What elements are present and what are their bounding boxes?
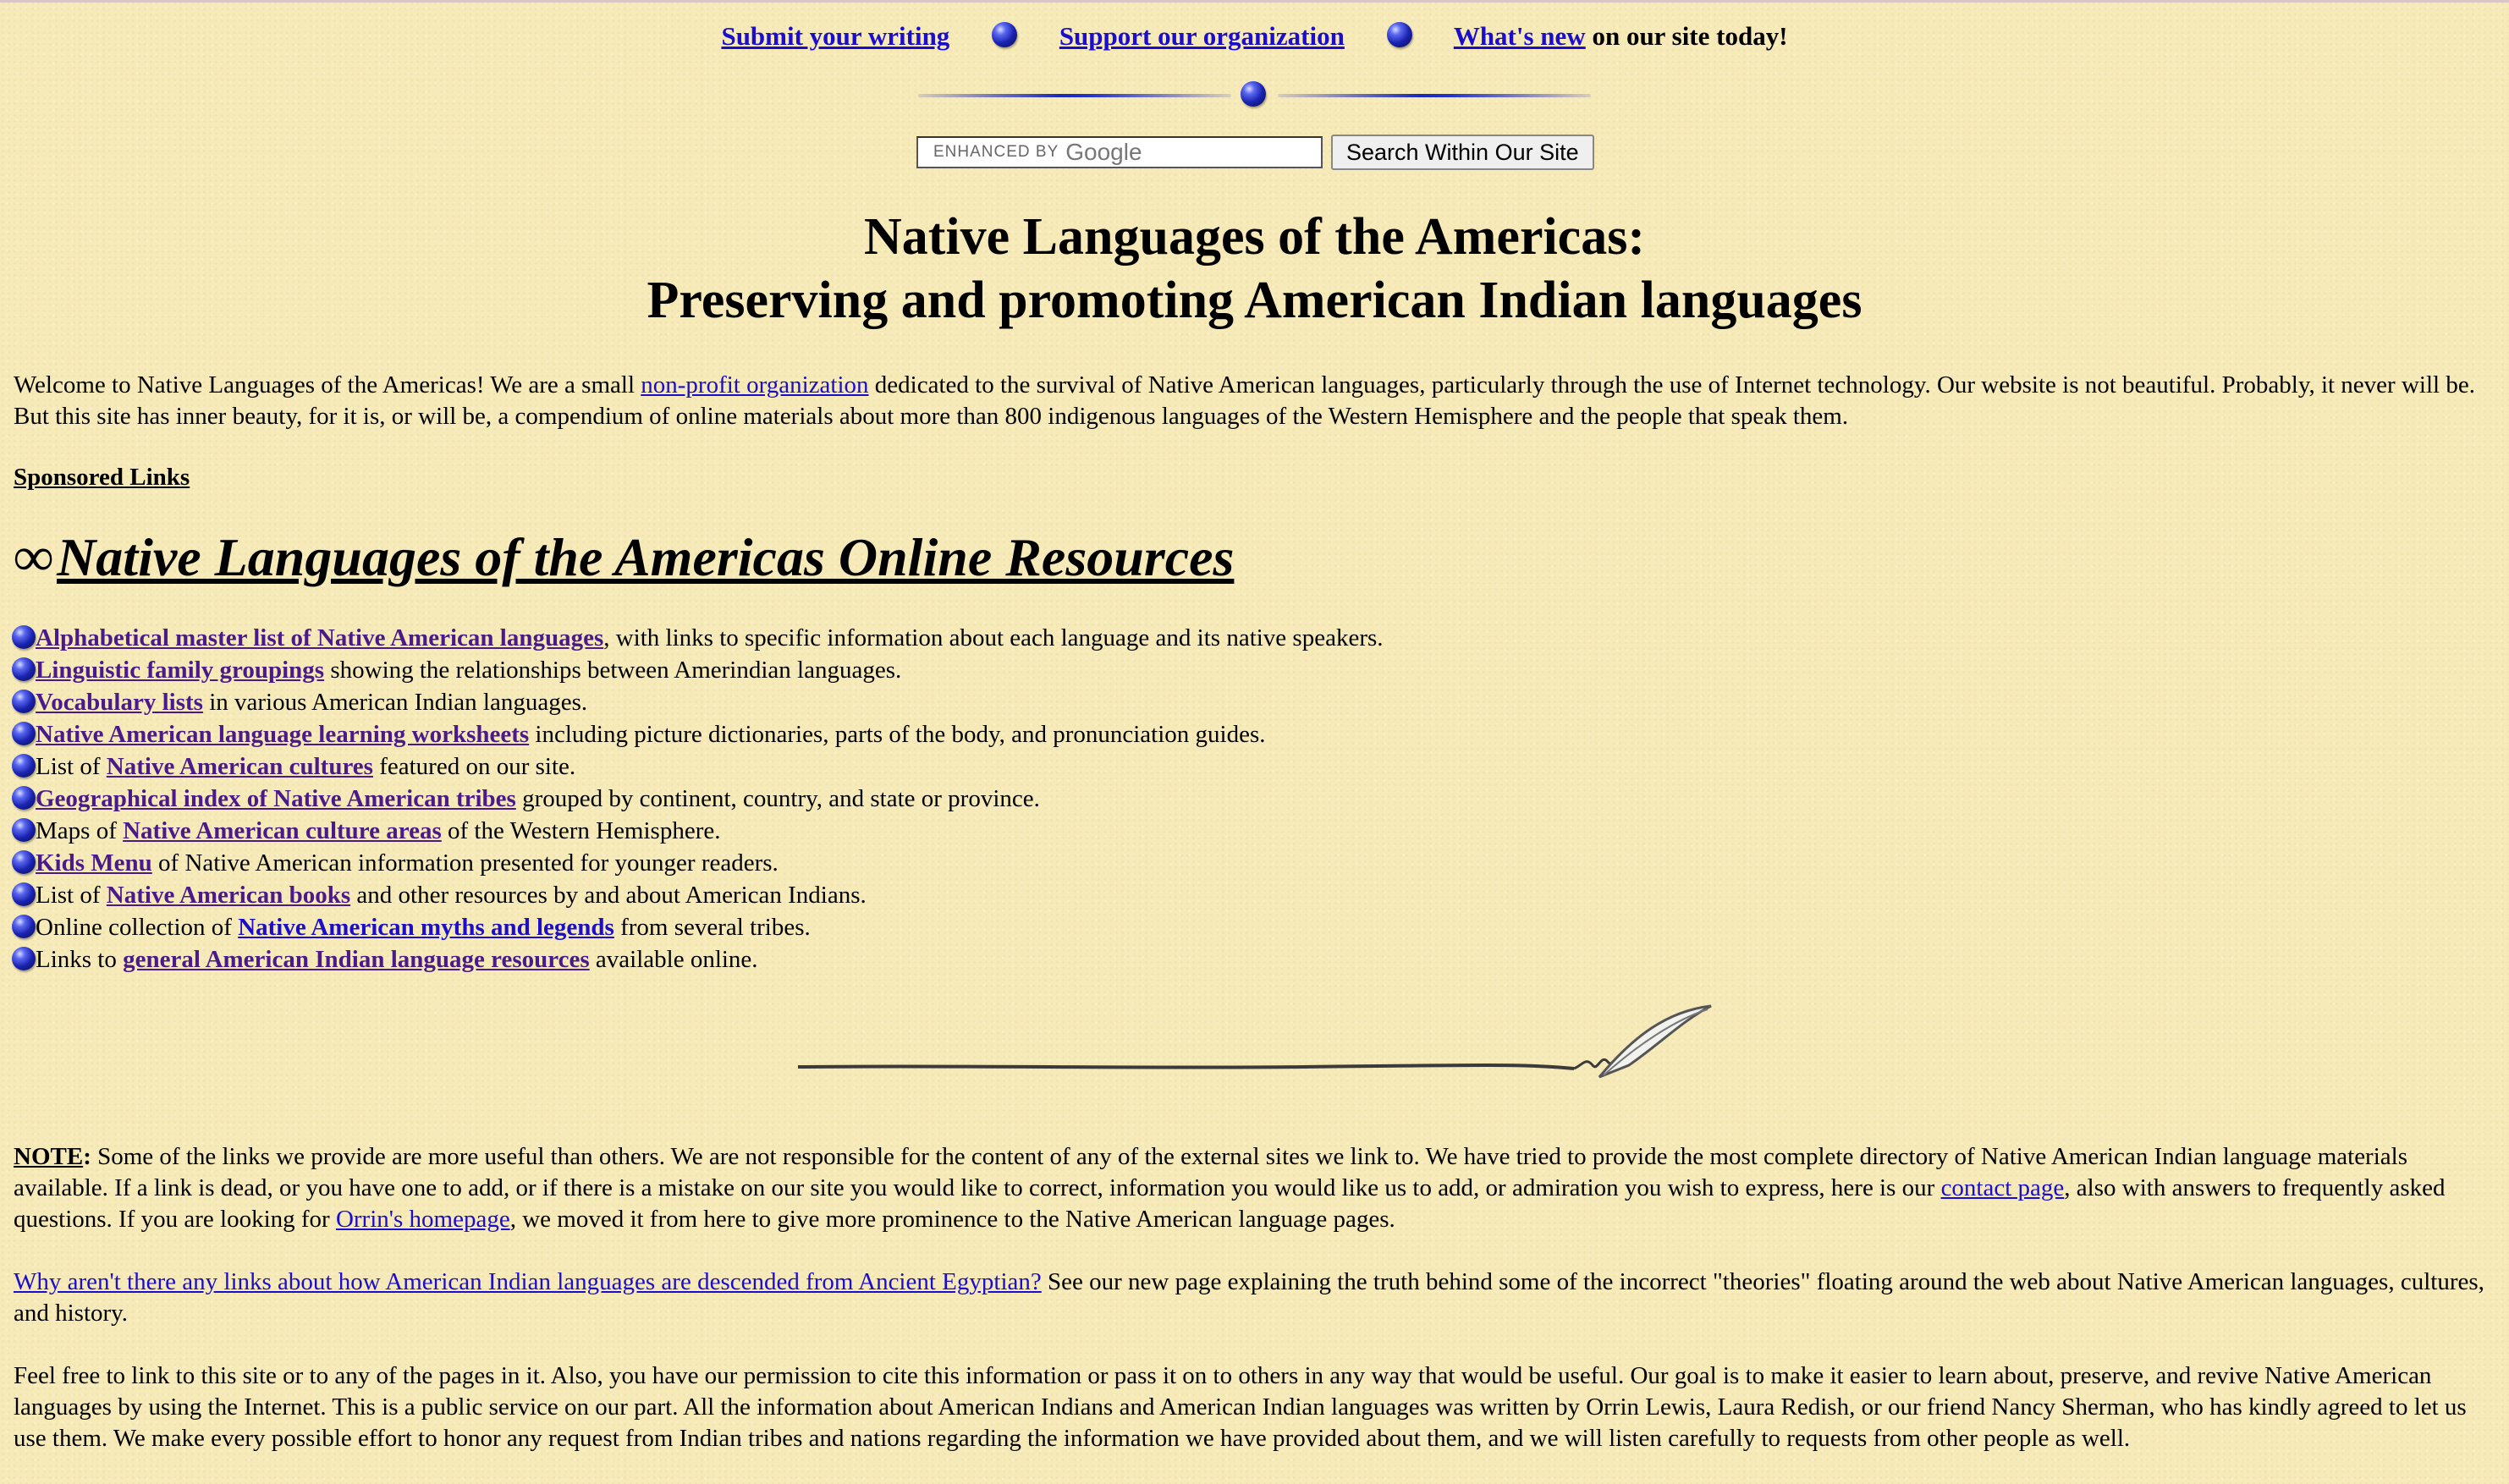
list-item: Alphabetical master list of Native Ameri…	[12, 622, 1384, 654]
list-item: Maps of Native American culture areas of…	[12, 815, 1384, 847]
list-item: Online collection of Native American myt…	[12, 911, 1384, 943]
page-title-line2: Preserving and promoting American Indian…	[647, 272, 1862, 329]
blue-ball-bullet-icon	[12, 657, 36, 681]
resource-link[interactable]: Native American language learning worksh…	[36, 721, 529, 748]
blue-ball-bullet-icon	[12, 625, 36, 649]
non-profit-link[interactable]: non-profit organization	[641, 371, 868, 398]
google-logo: Google	[1065, 139, 1142, 165]
list-item: List of Native American cultures feature…	[12, 750, 1384, 783]
enhanced-by-label: ENHANCED BY	[933, 143, 1059, 161]
blue-ball-bullet-icon	[12, 882, 36, 906]
note-paragraph: NOTE: Some of the links we provide are m…	[14, 1143, 2446, 1233]
whats-new-link[interactable]: What's new	[1454, 21, 1586, 51]
swirl-icon: ∞	[14, 526, 54, 588]
resource-link[interactable]: general American Indian language resourc…	[123, 946, 590, 973]
blue-ball-bullet-icon	[12, 947, 36, 970]
page-title-line1: Native Languages of the Americas:	[864, 208, 1645, 266]
whats-new-suffix: on our site today!	[1592, 21, 1788, 51]
submit-writing-link[interactable]: Submit your writing	[721, 21, 949, 51]
blue-ball-divider	[918, 81, 1591, 110]
support-organization-link[interactable]: Support our organization	[1059, 21, 1345, 51]
blue-ball-bullet-icon	[12, 915, 36, 938]
top-navigation: Submit your writing Support our organiza…	[0, 21, 2509, 52]
intro-text: Welcome to Native Languages of the Ameri…	[14, 371, 636, 398]
blue-ball-bullet-icon	[12, 786, 36, 810]
note-label: NOTE	[14, 1143, 84, 1170]
list-item: Linguistic family groupings showing the …	[12, 654, 1384, 686]
orrins-homepage-link[interactable]: Orrin's homepage	[336, 1206, 510, 1233]
blue-ball-bullet-icon	[12, 754, 36, 778]
resources-heading-text: Native Languages of the Americas Online …	[57, 527, 1235, 587]
resource-link[interactable]: Native American myths and legends	[238, 914, 614, 941]
sponsored-links-heading: Sponsored Links	[14, 464, 190, 491]
quill-pen-divider-icon	[797, 1004, 1712, 1079]
resource-link[interactable]: Vocabulary lists	[36, 689, 203, 716]
egypt-paragraph: Why aren't there any links about how Ame…	[14, 1268, 2484, 1327]
site-search: ENHANCED BY Google Search Within Our Sit…	[916, 135, 1594, 170]
page-title: Native Languages of the Americas: Preser…	[0, 206, 2509, 333]
blue-ball-bullet-icon	[12, 818, 36, 842]
list-item: Geographical index of Native American tr…	[12, 783, 1384, 815]
blue-ball-icon	[1386, 22, 1412, 47]
resource-link[interactable]: Native American books	[107, 882, 350, 909]
resource-link[interactable]: Kids Menu	[36, 849, 152, 877]
permission-paragraph: Feel free to link to this site or to any…	[14, 1362, 2467, 1452]
ancient-egyptian-link[interactable]: Why aren't there any links about how Ame…	[14, 1268, 1042, 1295]
list-item: Kids Menu of Native American information…	[12, 847, 1384, 879]
search-input[interactable]: ENHANCED BY Google	[916, 136, 1323, 168]
resource-link[interactable]: Native American culture areas	[123, 817, 442, 844]
resource-link[interactable]: Alphabetical master list of Native Ameri…	[36, 624, 603, 651]
resources-list: Alphabetical master list of Native Ameri…	[12, 622, 1384, 976]
list-item: Vocabulary lists in various American Ind…	[12, 686, 1384, 718]
search-button[interactable]: Search Within Our Site	[1331, 135, 1594, 170]
blue-ball-icon	[1241, 81, 1266, 107]
resource-link[interactable]: Linguistic family groupings	[36, 657, 324, 684]
contact-page-link[interactable]: contact page	[1941, 1174, 2065, 1201]
blue-ball-bullet-icon	[12, 850, 36, 874]
blue-ball-bullet-icon	[12, 690, 36, 713]
blue-ball-icon	[992, 22, 1018, 47]
resource-link[interactable]: Geographical index of Native American tr…	[36, 785, 516, 812]
list-item: Links to general American Indian languag…	[12, 943, 1384, 976]
resources-heading: ∞ Native Languages of the Americas Onlin…	[14, 525, 1234, 590]
resource-link[interactable]: Native American cultures	[107, 753, 373, 780]
blue-ball-bullet-icon	[12, 722, 36, 745]
list-item: Native American language learning worksh…	[12, 718, 1384, 750]
intro-paragraph: Welcome to Native Languages of the Ameri…	[14, 370, 2497, 432]
list-item: List of Native American books and other …	[12, 879, 1384, 911]
